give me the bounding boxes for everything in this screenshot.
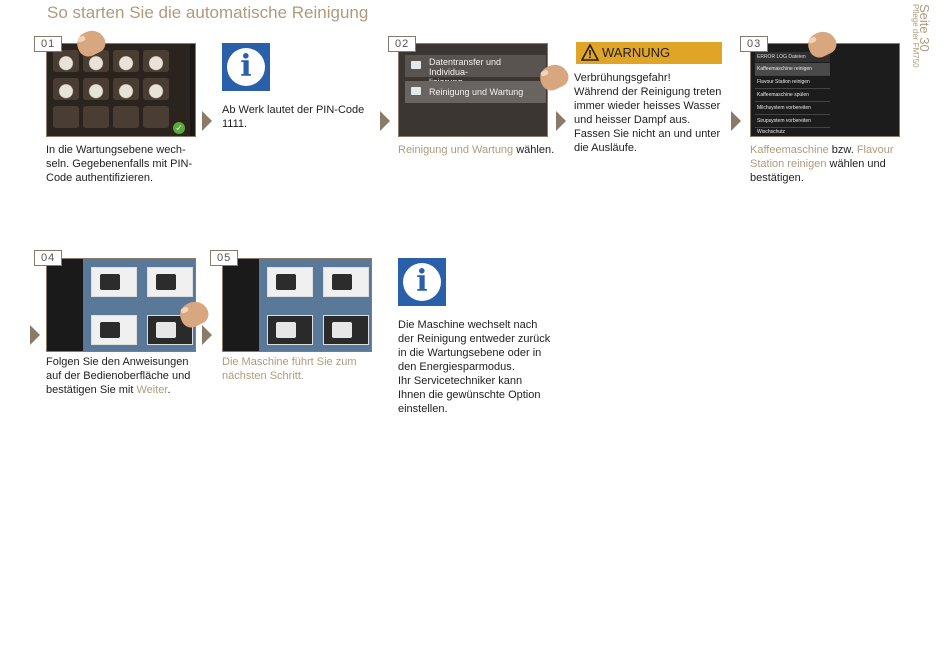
warning-text: Verbrühungsgefahr! Während der Reinigung… (574, 72, 722, 154)
list-item: Milchsystem vorbereiten (755, 102, 830, 115)
info-text-pin: Ab Werk lautet der PIN-Code 1111. (222, 104, 365, 130)
transfer-icon (411, 61, 421, 69)
warning-banner: WARNUNG (576, 42, 722, 64)
step-03-screenshot: ERROR LOG Dateien Kaffeemaschine reinige… (750, 43, 900, 137)
arrow-right-icon (202, 325, 212, 345)
step-02-text: Reinigung und Wartung wählen. (398, 144, 555, 156)
menu-item-reinigung: Reinigung und Wartung (405, 81, 546, 103)
step-number: 03 (740, 36, 769, 52)
cleaning-icon (411, 87, 421, 95)
step-01-text: In die Wartungsebene wech- seln. Gegeben… (46, 144, 193, 184)
step-04-screenshot (46, 258, 196, 352)
list-item: Kaffeemaschine spülen (755, 89, 830, 102)
list-item: Wischschutz (755, 126, 830, 136)
page-title: So starten Sie die automatische Reinigun… (47, 3, 369, 22)
check-icon: ✓ (173, 122, 185, 134)
step-01-screenshot: ✓ (46, 43, 196, 137)
info-icon: i (222, 43, 270, 91)
step-04-text: Folgen Sie den Anweisungen auf der Bedie… (46, 356, 191, 396)
arrow-right-icon (731, 111, 741, 131)
step-05-text: Die Maschine führt Sie zum nächsten Schr… (222, 356, 357, 382)
info-text-cleaning: Die Maschine wechselt nach der Reinigung… (398, 319, 551, 415)
arrow-right-icon (556, 111, 566, 131)
arrow-right-icon (202, 111, 212, 131)
list-item: Flavour Station reinigen (755, 76, 830, 89)
section-label: Pflege der FM750 (911, 4, 920, 68)
step-number: 01 (34, 36, 63, 52)
list-item: Kaffeemaschine reinigen (755, 63, 830, 76)
step-number: 02 (388, 36, 417, 52)
menu-item-datentransfer: Datentransfer und Individua- lisierung (405, 55, 546, 87)
step-number: 05 (210, 250, 239, 266)
step-02-screenshot: Datentransfer und Individua- lisierung R… (398, 43, 548, 137)
info-icon: i (398, 258, 446, 306)
warning-label: WARNUNG (602, 45, 671, 60)
highlight-term: Weiter (136, 384, 168, 396)
arrow-right-icon (30, 325, 40, 345)
step-number: 04 (34, 250, 63, 266)
highlight-term: Reinigung und Wartung (398, 144, 514, 156)
arrow-right-icon (380, 111, 390, 131)
step-03-text: Kaffeemaschine bzw. Flavour Station rein… (750, 144, 894, 184)
side-menu-strip (190, 44, 195, 136)
step-05-screenshot (222, 258, 372, 352)
warning-icon (581, 44, 599, 61)
